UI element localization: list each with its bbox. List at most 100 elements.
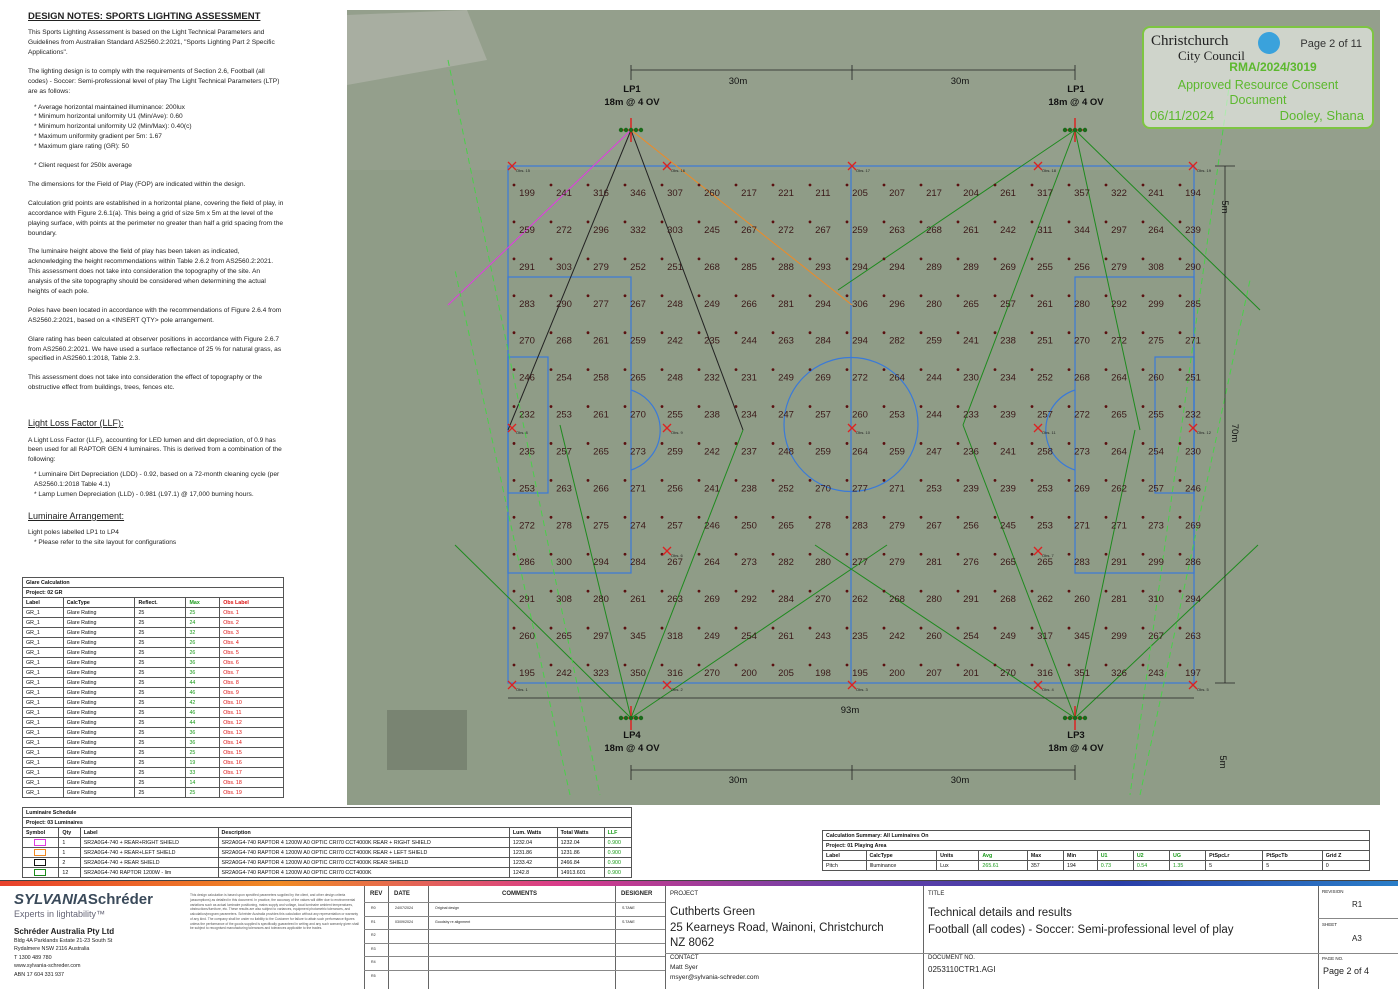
calc-point-dot (660, 331, 664, 335)
illuminance-value: 264 (889, 373, 905, 384)
illuminance-value: 345 (630, 631, 646, 642)
table-row: GR_1 Glare Rating 25 25 Obs. 19 (22, 787, 284, 798)
illuminance-value: 276 (963, 557, 979, 568)
column-header: Reflect. (134, 597, 187, 608)
illuminance-value: 232 (519, 410, 535, 421)
illuminance-value: 299 (1148, 557, 1164, 568)
column-header: UG (1169, 850, 1207, 861)
luminaire-icon (633, 715, 639, 721)
table-cell: 25 (134, 717, 187, 728)
calc-point-dot (734, 220, 738, 224)
illuminance-value: 198 (815, 668, 831, 679)
table-row: GR_1 Glare Rating 25 26 Obs. 4 (22, 637, 284, 648)
column-header: Grid Z (1321, 850, 1371, 861)
calc-point-dot (808, 515, 812, 519)
calc-point-dot (697, 552, 701, 556)
calc-point-dot (919, 478, 923, 482)
illuminance-value: 248 (667, 299, 683, 310)
illuminance-value: 241 (704, 483, 720, 494)
revision-header: DATE (394, 891, 410, 897)
illuminance-value: 261 (593, 410, 609, 421)
table-cell: 25 (185, 747, 221, 758)
calc-point-dot (993, 663, 997, 667)
pole-spec: 18m @ 4 OV (1048, 96, 1104, 108)
illuminance-value: 265 (1111, 410, 1127, 421)
calc-summary-title: Calculation Summary: All Luminaires On (822, 830, 1370, 841)
calc-point-dot (549, 405, 553, 408)
illuminance-value: 291 (519, 262, 535, 273)
table-cell: 25 (134, 737, 187, 748)
illuminance-value: 251 (1037, 336, 1053, 347)
calc-point-dot (549, 220, 553, 224)
illuminance-value: 232 (704, 373, 720, 384)
calc-point-dot (734, 405, 738, 408)
table-cell: 1232.04 (556, 837, 605, 848)
illuminance-value: 244 (926, 410, 942, 421)
calc-point-dot (623, 368, 627, 372)
illuminance-value: 253 (926, 483, 942, 494)
table-cell: 265.61 (978, 860, 1028, 871)
revision-cell: S.TANE (622, 919, 635, 924)
illuminance-value: 268 (889, 594, 905, 605)
illuminance-value: 259 (852, 225, 868, 236)
observer-label: Obs. 10 (856, 430, 871, 435)
illuminance-value: 299 (1111, 631, 1127, 642)
calc-point-dot (771, 552, 775, 556)
illuminance-value: 279 (1111, 262, 1127, 273)
calc-point-dot (512, 220, 516, 224)
illuminance-value: 296 (889, 299, 905, 310)
calc-point-dot (697, 405, 701, 408)
calc-point-dot (882, 257, 886, 261)
table-row: GR_1 Glare Rating 25 33 Obs. 17 (22, 767, 284, 778)
table-cell: SR2A0G4-740 + REAR+RIGHT SHIELD (79, 837, 219, 848)
illuminance-value: 293 (815, 262, 831, 273)
table-cell: Glare Rating (62, 607, 136, 618)
schedule-title: Luminaire Schedule (22, 807, 632, 818)
calc-point-dot (586, 368, 590, 372)
calc-point-dot (1067, 663, 1071, 667)
table-cell: GR_1 (22, 657, 64, 668)
illuminance-value: 239 (1185, 225, 1201, 236)
building-shape (387, 710, 467, 770)
revision-cell: R1 (371, 919, 376, 924)
table-cell: GR_1 (22, 737, 64, 748)
calc-point-dot (882, 405, 886, 408)
calc-point-dot (1067, 257, 1071, 261)
table-cell: 25 (134, 617, 187, 628)
table-row: Pitch Illuminance Lux 265.61 357 194 0.73 0.54 1… (822, 860, 1371, 871)
calc-summary-project: Project: 01 Playing Area (822, 840, 1370, 851)
table-cell: Obs. 3 (219, 627, 284, 638)
illuminance-value: 254 (1148, 446, 1164, 457)
illuminance-value: 230 (1185, 446, 1201, 457)
table-cell: SR2A0G4-740 RAPTOR 4 1200W A0 OPTIC CRI7… (217, 857, 510, 868)
table-cell: Glare Rating (62, 677, 136, 688)
illuminance-value: 260 (704, 188, 720, 199)
table-cell: 25 (134, 787, 187, 798)
illuminance-value: 266 (741, 299, 757, 310)
calc-point-dot (1178, 589, 1182, 593)
calc-point-dot (623, 478, 627, 482)
calc-point-dot (1178, 220, 1182, 224)
symbol-cell (21, 867, 60, 878)
calc-point-dot (1141, 626, 1145, 630)
revision-row-line (364, 902, 665, 903)
notes-paragraph: This Sports Lighting Assessment is based… (28, 29, 275, 57)
illuminance-value: 249 (704, 299, 720, 310)
calc-point-dot (771, 220, 775, 224)
table-cell: GR_1 (22, 727, 64, 738)
calc-point-dot (1104, 257, 1108, 261)
calc-point-dot (1104, 183, 1108, 187)
observer-label: Obs. 9 (671, 430, 684, 435)
table-row: GR_1 Glare Rating 25 19 Obs. 16 (22, 757, 284, 768)
calc-point-dot (1141, 589, 1145, 593)
revision-cell: S.TANE (622, 906, 635, 910)
calc-point-dot (956, 220, 960, 224)
document-number: 0253110CTR1.AGI (928, 965, 996, 974)
pole-label-lp4: LP4 18m @ 4 OV (597, 730, 667, 756)
luminaire-icon (633, 127, 639, 133)
illuminance-value: 317 (1037, 631, 1053, 642)
calc-point-dot (882, 220, 886, 224)
calc-point-dot (771, 442, 775, 445)
calc-point-dot (1178, 368, 1182, 372)
calc-point-dot (1104, 220, 1108, 224)
